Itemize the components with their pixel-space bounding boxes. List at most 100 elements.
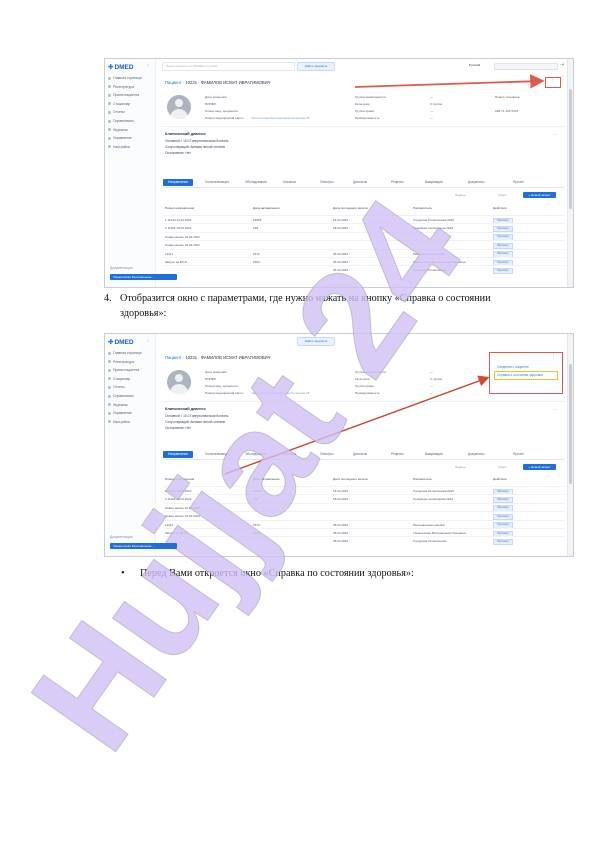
more-vertical-icon[interactable]: ⋮	[551, 353, 556, 359]
sidebar-item[interactable]: Управление	[108, 409, 141, 418]
app-logo[interactable]: ✚DMED	[108, 338, 134, 346]
diagnosis-line: Основной: I 10.0 Гипертоническая болезнь	[165, 414, 229, 418]
info-label: Группа инвалидности	[355, 95, 386, 99]
info-value: —	[430, 95, 434, 99]
language-select[interactable]: Русский	[469, 63, 480, 67]
filter-label[interactable]: Период	[455, 193, 466, 197]
sidebar-item[interactable]: Главная страница	[108, 349, 141, 358]
menu-item-health-certificate[interactable]: Справка о состоянии здоровья	[497, 373, 543, 377]
info-label: Номер мед. документа	[205, 109, 238, 113]
organization-button[interactable]: Ташкентская Региональная ...	[110, 274, 177, 280]
info-label: Номер телефона	[495, 95, 520, 99]
avatar	[167, 370, 191, 394]
sidebar-item[interactable]: Главная страница	[108, 74, 141, 83]
tab[interactable]: Госпитализация	[205, 452, 229, 456]
search-input[interactable]: Поиск пациента по ПИНФЛ или ФИО	[162, 62, 295, 71]
info-label: Группа крови	[355, 109, 374, 113]
tab[interactable]: Анализы	[283, 180, 296, 184]
scrollbar[interactable]	[567, 59, 573, 287]
tab[interactable]: Вакцинация	[425, 180, 443, 184]
sidebar-item[interactable]: Настройки	[108, 143, 141, 152]
tab[interactable]: Документы	[468, 452, 484, 456]
scrollbar-thumb[interactable]	[569, 364, 572, 484]
sidebar-footer[interactable]: Документация	[110, 266, 133, 270]
registry-icon	[108, 85, 111, 89]
tab-referrals[interactable]: Направления	[163, 451, 193, 458]
sidebar-item[interactable]: Справочники	[108, 392, 141, 401]
sidebar-item[interactable]: Отчеты	[108, 383, 141, 392]
patient-icon	[108, 93, 111, 97]
table-row[interactable]: 25.04.2023 Городская Поликлиника Просмотр	[163, 536, 565, 546]
tab[interactable]: Анализы	[283, 452, 296, 456]
info-value-link[interactable]: Ташкентская Региональная больница 25	[251, 116, 309, 120]
screenshot-dropdown-menu: ✚DMED ‹ Главная страница Регистратура Пр…	[104, 333, 574, 557]
tab[interactable]: Осмотры	[320, 452, 334, 456]
sidebar-item[interactable]: Журналы	[108, 126, 141, 135]
sidebar-item[interactable]: Регистратура	[108, 83, 141, 92]
info-label: ПИНФЛ	[205, 377, 216, 381]
settings-icon	[108, 145, 111, 149]
info-label: Принадлежность	[355, 391, 380, 395]
tab[interactable]: Диагнозы	[353, 180, 367, 184]
tab[interactable]: Госпитализация	[205, 180, 229, 184]
reset-link[interactable]: Сброс	[498, 465, 507, 469]
tab[interactable]: Обследования	[245, 180, 267, 184]
view-button[interactable]: Просмотр	[493, 267, 513, 275]
sidebar-item[interactable]: Прием пациента	[108, 366, 141, 375]
tab[interactable]: Рецепты	[391, 180, 404, 184]
logout-icon[interactable]: ⇥	[560, 62, 564, 68]
diagnosis-line: Основной: I 10.0 Гипертоническая болезнь	[165, 139, 229, 143]
more-horizontal-icon[interactable]: ···	[553, 407, 557, 412]
avatar	[167, 95, 191, 119]
sidebar-nav: Главная страница Регистратура Прием паци…	[108, 74, 141, 151]
sidebar-item[interactable]: Справочники	[108, 117, 141, 126]
sidebar: ✚DMED ‹ Главная страница Регистратура Пр…	[105, 59, 156, 287]
filter-label[interactable]: Период	[455, 465, 466, 469]
sidebar-item[interactable]: Отчеты	[108, 108, 141, 117]
sidebar-item[interactable]: Управление	[108, 134, 141, 143]
new-request-button[interactable]: + Новый запрос	[523, 192, 556, 198]
book-icon	[108, 119, 111, 123]
section-title: Клинический диагноз	[165, 132, 206, 136]
app-logo[interactable]: ✚DMED	[108, 63, 134, 71]
tab[interactable]: Вакцинация	[425, 452, 443, 456]
sidebar-item[interactable]: Стационар	[108, 375, 141, 384]
sidebar-item[interactable]: Стационар	[108, 100, 141, 109]
find-patient-button[interactable]: Найти пациента	[297, 62, 335, 71]
chevron-left-icon[interactable]: ‹	[147, 338, 149, 344]
tab[interactable]: Рецепты	[391, 452, 404, 456]
more-vertical-icon[interactable]: ⋮	[550, 77, 555, 83]
journal-icon	[108, 403, 111, 407]
sidebar-footer[interactable]: Документация	[110, 535, 133, 539]
table-row[interactable]: 25.04.2023 Городская Поликлиника Просмотр	[163, 265, 565, 275]
menu-item-patient-info[interactable]: Сведения о пациенте	[497, 365, 529, 369]
tab[interactable]: Документы	[468, 180, 484, 184]
tab[interactable]: Прочее	[513, 452, 524, 456]
sidebar-item[interactable]: Регистратура	[108, 358, 141, 367]
medical-cross-icon: ✚	[108, 339, 114, 346]
scrollbar-thumb[interactable]	[569, 89, 572, 209]
reset-link[interactable]: Сброс	[498, 193, 507, 197]
view-button[interactable]: Просмотр	[493, 538, 513, 546]
tab[interactable]: Обследования	[245, 452, 267, 456]
divider	[161, 401, 565, 402]
find-patient-button[interactable]: Найти пациента	[297, 337, 335, 346]
more-horizontal-icon[interactable]: ···	[553, 132, 557, 137]
info-value-link[interactable]: Ташкентская Региональная больница 25	[251, 391, 309, 395]
tab[interactable]: Осмотры	[320, 180, 334, 184]
tab-referrals[interactable]: Направления	[163, 179, 193, 186]
user-menu[interactable]	[494, 63, 558, 70]
top-bar: Поиск пациента по ПИНФЛ или ФИО Найти па…	[157, 62, 569, 71]
organization-button[interactable]: Ташкентская Региональная ...	[110, 543, 177, 549]
sidebar-item[interactable]: Журналы	[108, 401, 141, 410]
new-request-button[interactable]: + Новый запрос	[523, 464, 556, 470]
chevron-left-icon[interactable]: ‹	[147, 63, 149, 69]
tab[interactable]: Прочее	[513, 180, 524, 184]
manage-icon	[108, 411, 111, 415]
sidebar-item[interactable]: Прием пациента	[108, 91, 141, 100]
tab[interactable]: Диагнозы	[353, 452, 367, 456]
sidebar-item[interactable]: Настройки	[108, 418, 141, 427]
sidebar: ✚DMED ‹ Главная страница Регистратура Пр…	[105, 334, 156, 556]
info-value: —	[430, 116, 434, 120]
scrollbar[interactable]	[567, 334, 573, 556]
